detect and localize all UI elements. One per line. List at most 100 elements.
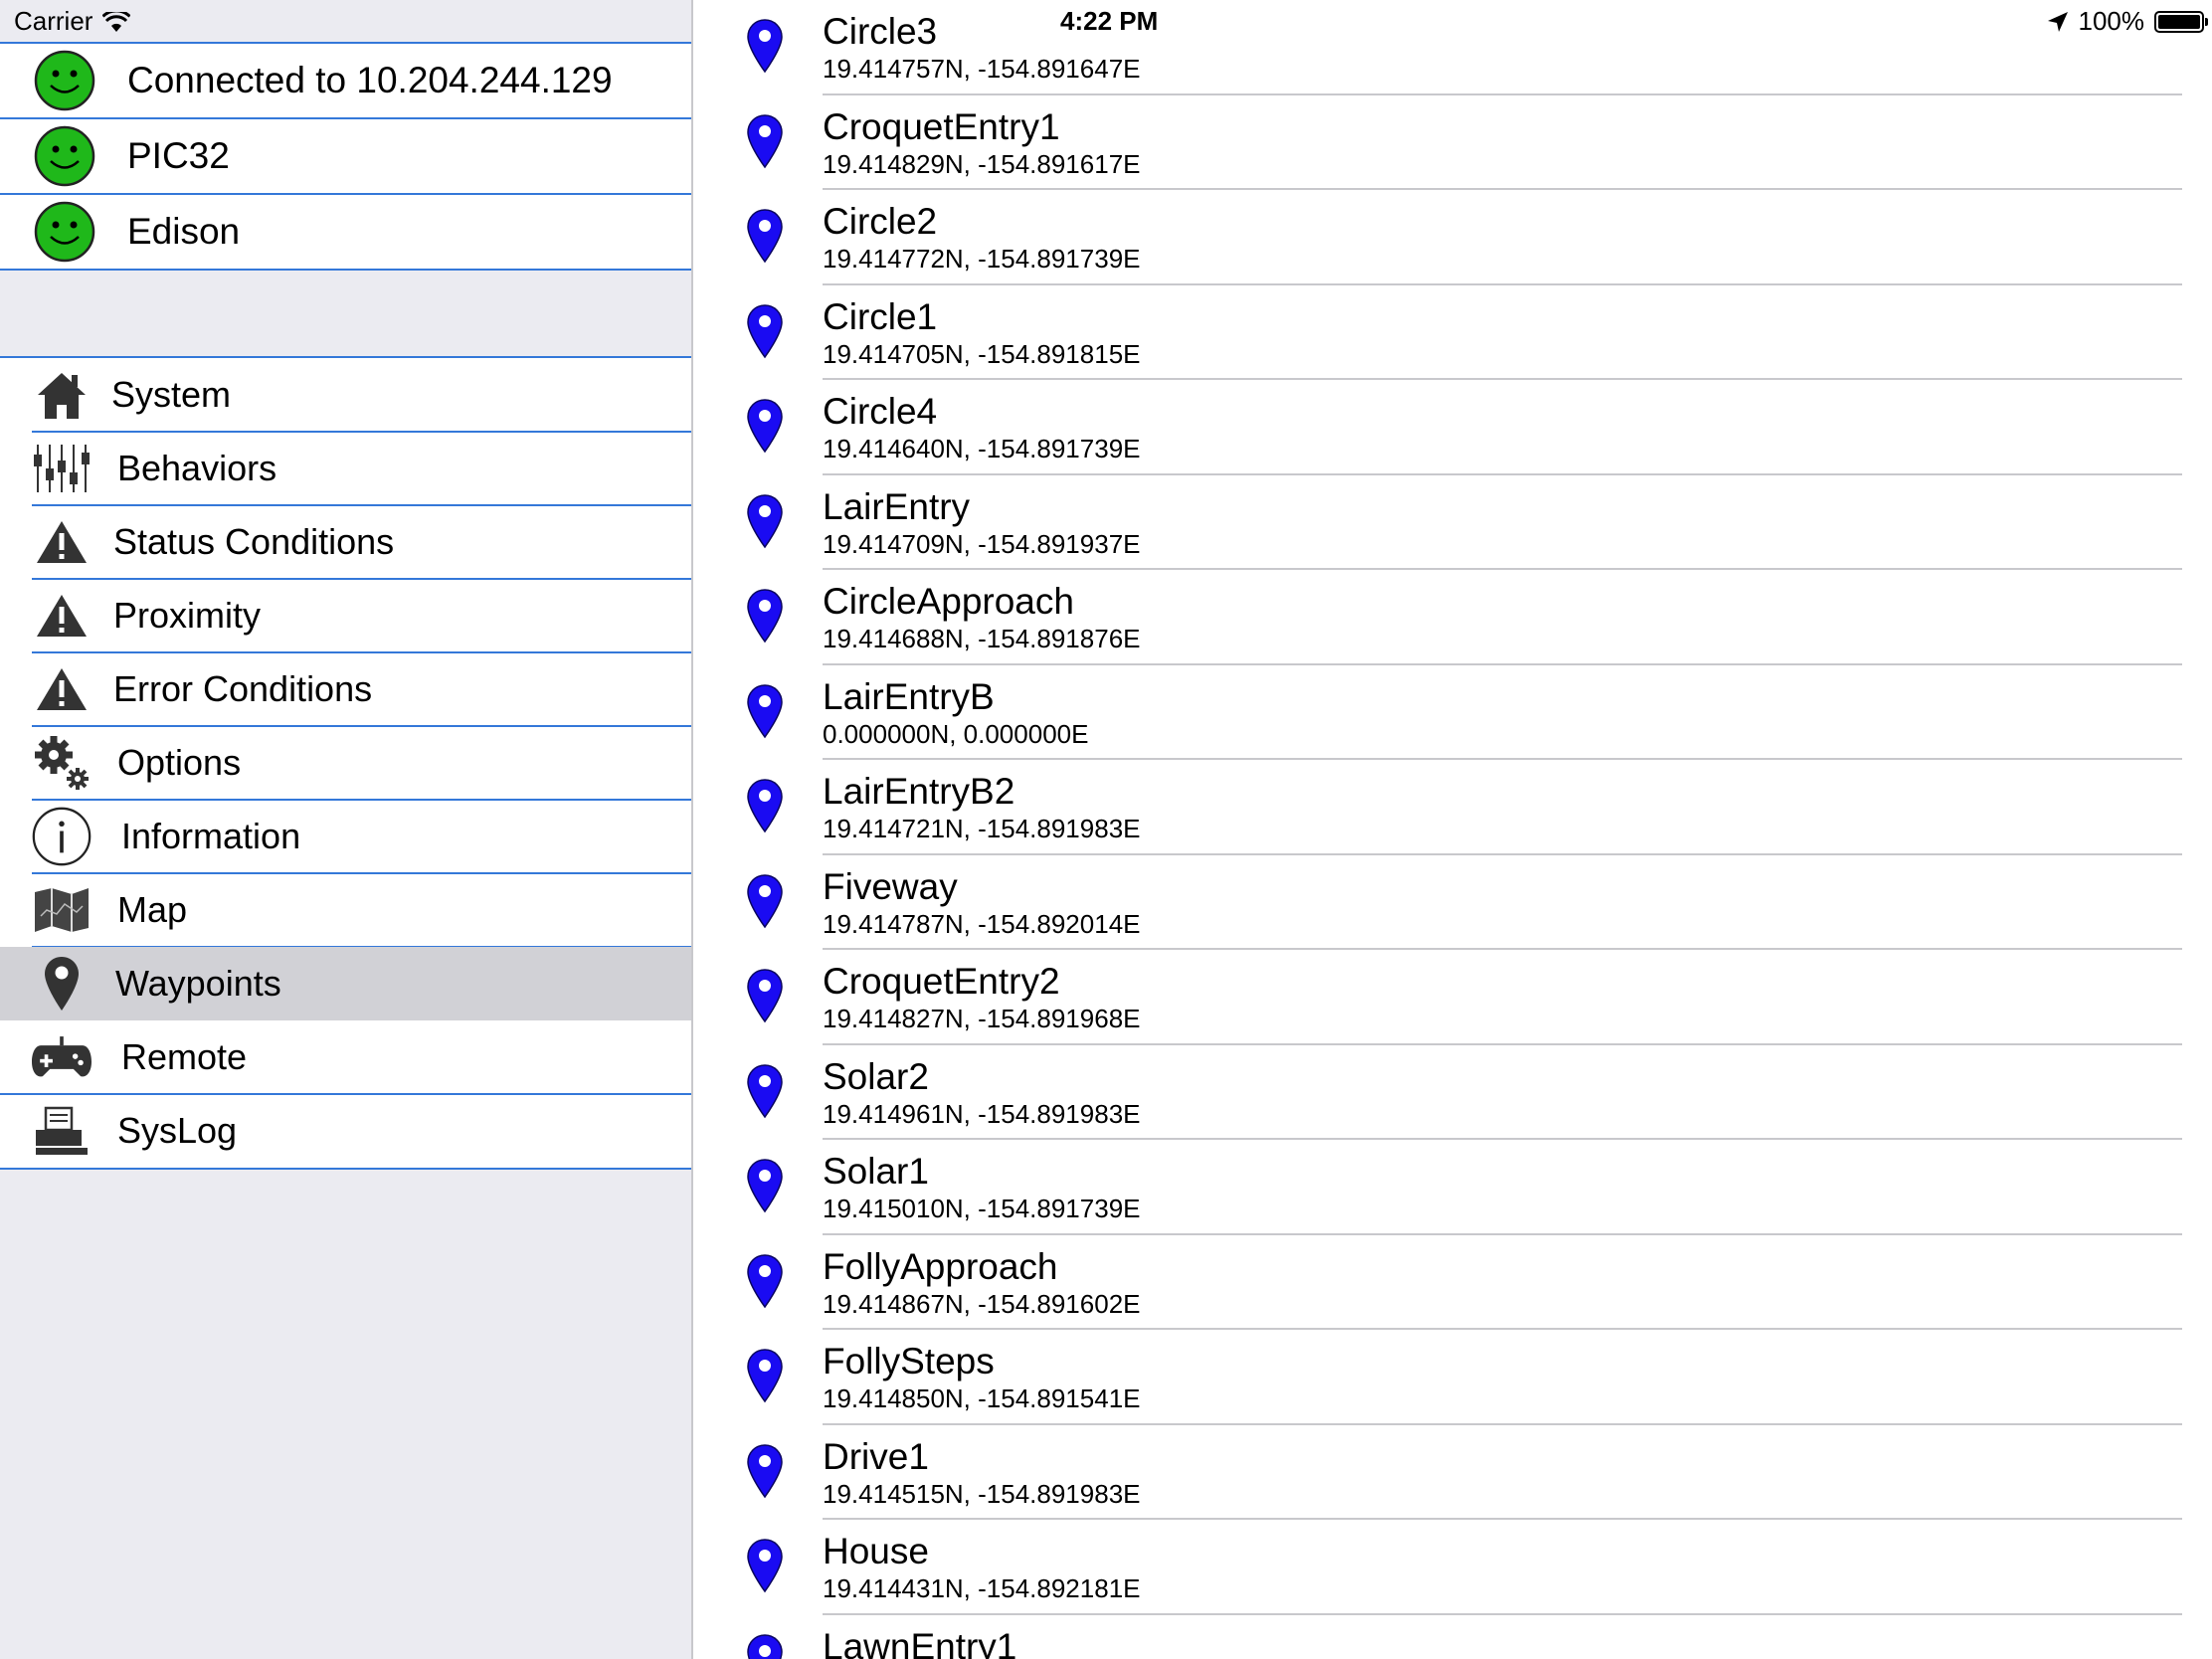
menu-item-remote[interactable]: Remote	[0, 1020, 691, 1095]
waypoint-text: Circle1 19.414705N, -154.891815E	[823, 295, 2212, 369]
waypoint-name: Solar2	[823, 1055, 929, 1097]
menu-item-information[interactable]: Information	[0, 800, 691, 874]
menu-item-system[interactable]: System	[0, 358, 691, 433]
status-right-group: 100%	[2047, 6, 2208, 37]
waypoint-row[interactable]: Circle1 19.414705N, -154.891815E	[693, 285, 2212, 380]
waypoint-pin-icon	[745, 398, 785, 454]
waypoint-name: LawnEntry1	[823, 1625, 1017, 1659]
waypoint-row[interactable]: CroquetEntry2 19.414827N, -154.891968E	[693, 950, 2212, 1045]
waypoint-row[interactable]: Drive1 19.414515N, -154.891983E	[693, 1425, 2212, 1520]
connection-row-network: Connected to 10.204.244.129	[0, 44, 691, 119]
waypoint-text: FollySteps 19.414850N, -154.891541E	[823, 1340, 2212, 1413]
waypoint-pin-icon	[745, 778, 785, 833]
waypoint-coordinates: 19.414850N, -154.891541E	[823, 1383, 1141, 1413]
menu-item-syslog[interactable]: SysLog	[0, 1094, 691, 1168]
waypoint-name: FollySteps	[823, 1341, 995, 1382]
battery-percent: 100%	[2078, 6, 2145, 36]
smiley-green-icon	[34, 125, 95, 187]
waypoint-pin-icon	[745, 1158, 785, 1213]
waypoint-coordinates: 19.414709N, -154.891937E	[823, 528, 1141, 559]
waypoint-text: Drive1 19.414515N, -154.891983E	[823, 1435, 2212, 1509]
menu-item-label: Behaviors	[117, 448, 277, 488]
waypoint-name: Circle1	[823, 295, 938, 337]
waypoint-row[interactable]: LairEntryB 0.000000N, 0.000000E	[693, 665, 2212, 760]
waypoint-coordinates: 19.414867N, -154.891602E	[823, 1288, 1141, 1319]
waypoint-row[interactable]: Circle2 19.414772N, -154.891739E	[693, 190, 2212, 285]
smiley-green-icon	[34, 50, 95, 111]
waypoint-text: FollyApproach 19.414867N, -154.891602E	[823, 1245, 2212, 1319]
menu-item-options[interactable]: Options	[0, 726, 691, 801]
waypoint-coordinates: 19.414515N, -154.891983E	[823, 1478, 1141, 1509]
waypoint-row[interactable]: CircleApproach 19.414688N, -154.891876E	[693, 570, 2212, 665]
waypoint-row[interactable]: Solar2 19.414961N, -154.891983E	[693, 1045, 2212, 1140]
waypoint-pin-icon	[745, 493, 785, 549]
waypoint-list[interactable]: Circle3 19.414757N, -154.891647E CroquetEn…	[693, 0, 2212, 1659]
connection-label: Edison	[127, 211, 241, 252]
waypoint-name: Circle2	[823, 201, 938, 242]
waypoint-text: CroquetEntry2 19.414827N, -154.891968E	[823, 960, 2212, 1033]
menu-item-status-conditions[interactable]: Status Conditions	[0, 505, 691, 580]
menu-item-waypoints[interactable]: Waypoints	[0, 947, 691, 1020]
menu-item-proximity[interactable]: Proximity	[0, 579, 691, 653]
menu-item-label: Waypoints	[115, 963, 281, 1004]
waypoint-name: LairEntryB2	[823, 771, 1015, 812]
waypoint-row[interactable]: FollyApproach 19.414867N, -154.891602E	[693, 1235, 2212, 1330]
wifi-icon	[102, 11, 131, 32]
gears-icon	[32, 736, 92, 790]
status-time: 4:22 PM	[1060, 6, 1159, 36]
waypoint-row[interactable]: House 19.414431N, -154.892181E	[693, 1520, 2212, 1615]
map-icon	[32, 883, 92, 937]
waypoint-row[interactable]: LairEntryB2 19.414721N, -154.891983E	[693, 760, 2212, 855]
battery-icon	[2154, 10, 2208, 33]
waypoint-pin-icon	[745, 208, 785, 264]
waypoint-pin-icon	[745, 1538, 785, 1593]
carrier-label: Carrier	[14, 6, 93, 36]
waypoint-coordinates: 19.414829N, -154.891617E	[823, 148, 1141, 179]
sliders-icon	[32, 442, 92, 495]
location-arrow-icon	[2047, 11, 2068, 32]
waypoint-text: House 19.414431N, -154.892181E	[823, 1530, 2212, 1603]
waypoint-coordinates: 19.414961N, -154.891983E	[823, 1098, 1141, 1129]
connection-row-pic32: PIC32	[0, 119, 691, 195]
waypoint-pin-icon	[745, 1443, 785, 1499]
waypoint-text: Solar2 19.414961N, -154.891983E	[823, 1055, 2212, 1129]
waypoint-text: CircleApproach 19.414688N, -154.891876E	[823, 580, 2212, 653]
waypoint-coordinates: 19.414827N, -154.891968E	[823, 1004, 1141, 1033]
carrier-group: Carrier	[14, 6, 131, 37]
connection-label: PIC32	[127, 135, 230, 176]
waypoint-coordinates: 19.414688N, -154.891876E	[823, 624, 1141, 653]
waypoint-name: LairEntry	[823, 485, 971, 527]
waypoint-row[interactable]: LairEntry 19.414709N, -154.891937E	[693, 475, 2212, 570]
waypoint-row[interactable]: CroquetEntry1 19.414829N, -154.891617E	[693, 95, 2212, 190]
pin-icon	[32, 957, 92, 1011]
waypoint-pin-icon	[745, 683, 785, 739]
waypoint-name: CroquetEntry2	[823, 961, 1060, 1002]
waypoint-name: LairEntryB	[823, 675, 995, 717]
waypoint-text: Fiveway 19.414787N, -154.892014E	[823, 865, 2212, 939]
waypoint-pin-icon	[745, 303, 785, 359]
waypoint-coordinates: 19.414772N, -154.891739E	[823, 244, 1141, 274]
waypoint-text: Circle4 19.414640N, -154.891739E	[823, 390, 2212, 463]
main-menu: System Behaviors Status Conditions Proxi…	[0, 356, 691, 1170]
menu-item-behaviors[interactable]: Behaviors	[0, 432, 691, 506]
printer-icon	[32, 1104, 92, 1158]
menu-item-label: Proximity	[113, 595, 262, 636]
waypoint-content: Circle3 19.414757N, -154.891647E CroquetEn…	[693, 0, 2212, 1659]
waypoint-text: CroquetEntry1 19.414829N, -154.891617E	[823, 105, 2212, 179]
menu-item-error-conditions[interactable]: Error Conditions	[0, 652, 691, 727]
menu-item-label: Information	[121, 816, 301, 856]
menu-item-map[interactable]: Map	[0, 873, 691, 948]
waypoint-row[interactable]: FollySteps 19.414850N, -154.891541E	[693, 1330, 2212, 1425]
smiley-green-icon	[34, 201, 95, 263]
waypoint-pin-icon	[745, 1253, 785, 1309]
waypoint-row[interactable]: Circle4 19.414640N, -154.891739E	[693, 380, 2212, 475]
waypoint-row[interactable]: LawnEntry1	[693, 1615, 2212, 1659]
info-icon	[32, 807, 92, 866]
waypoint-text: LawnEntry1	[823, 1625, 2212, 1659]
status-bar: Carrier 4:22 PM 100%	[0, 0, 2212, 42]
waypoint-row[interactable]: Solar1 19.415010N, -154.891739E	[693, 1140, 2212, 1235]
waypoint-coordinates: 19.414721N, -154.891983E	[823, 814, 1141, 843]
menu-item-label: Remote	[121, 1036, 248, 1077]
waypoint-name: FollyApproach	[823, 1245, 1058, 1287]
waypoint-row[interactable]: Fiveway 19.414787N, -154.892014E	[693, 855, 2212, 950]
